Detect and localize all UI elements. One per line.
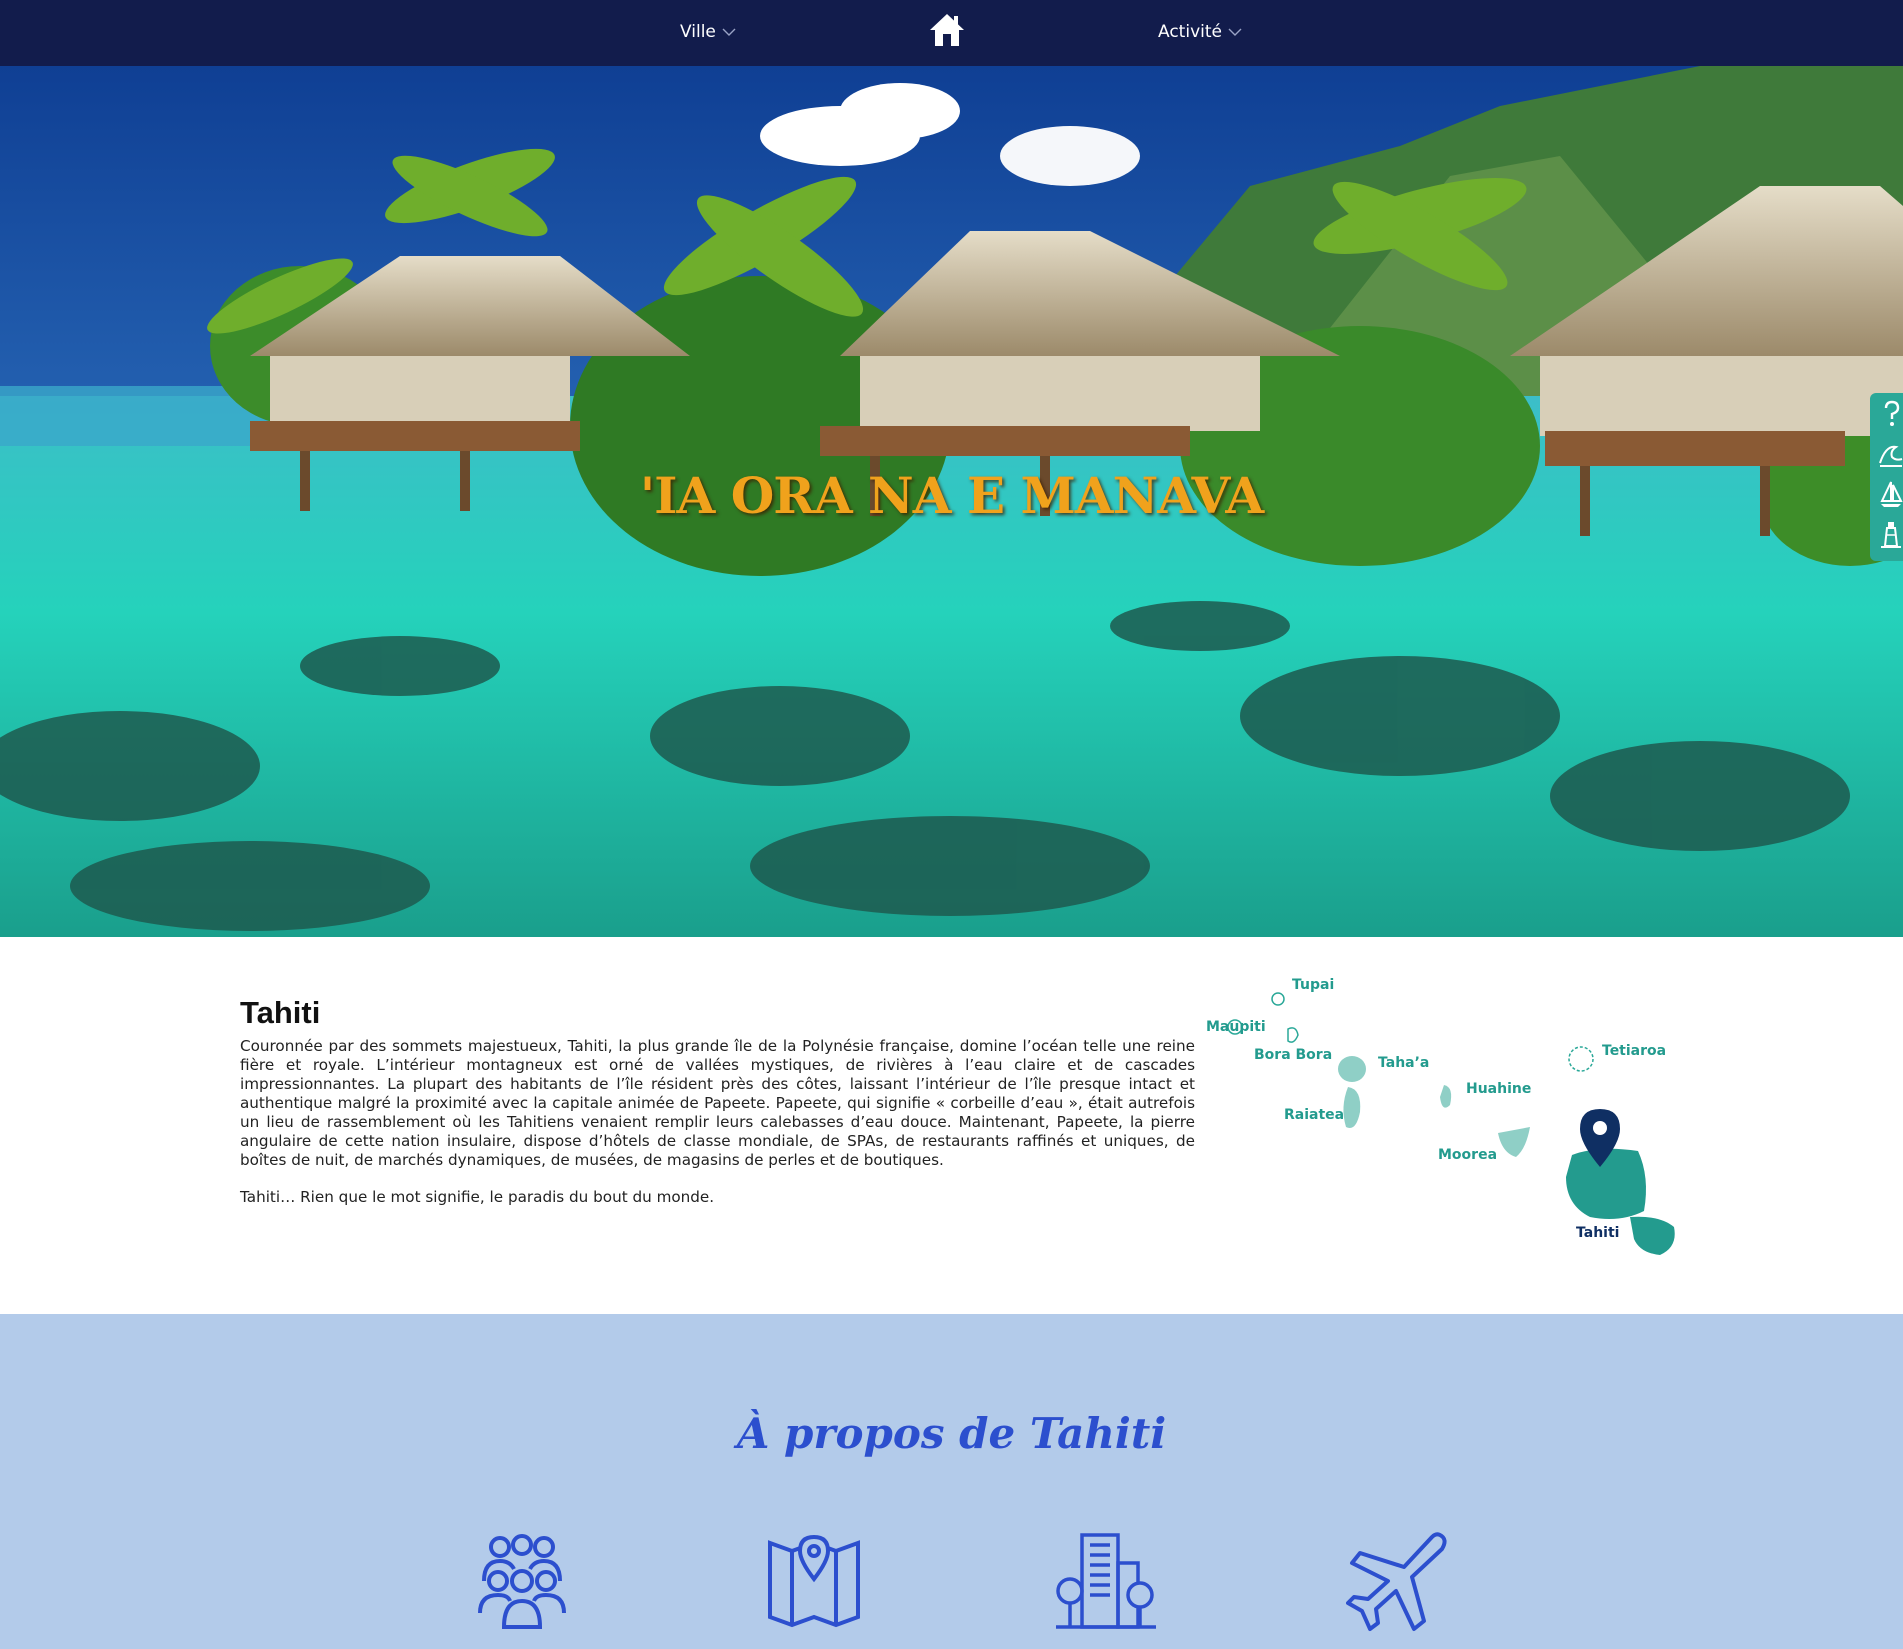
map-label-huahine[interactable]: Huahine bbox=[1466, 1081, 1531, 1097]
island-tupai-shape bbox=[1271, 992, 1285, 1006]
intro-tagline: Tahiti… Rien que le mot signifie, le par… bbox=[240, 1188, 715, 1206]
islands-map: Tupai Maupiti Bora Bora Taha’a Tetiaroa … bbox=[1200, 977, 1700, 1297]
sailboat-icon[interactable] bbox=[1878, 479, 1903, 509]
island-raiatea-shape bbox=[1343, 1087, 1361, 1128]
city-icon[interactable] bbox=[1054, 1529, 1158, 1633]
hero-title: 'IA ORA NA E MANAVA bbox=[639, 466, 1264, 525]
map-label-bora-bora[interactable]: Bora Bora bbox=[1254, 1047, 1332, 1063]
island-bora-bora-shape bbox=[1287, 1027, 1299, 1043]
island-tetiaroa-shape bbox=[1568, 1046, 1594, 1072]
about-title: À propos de Tahiti bbox=[736, 1409, 1167, 1458]
chevron-down-icon bbox=[722, 28, 736, 36]
map-label-tupai[interactable]: Tupai bbox=[1292, 977, 1334, 993]
map-label-tahaa[interactable]: Taha’a bbox=[1378, 1055, 1429, 1071]
map-label-tahiti[interactable]: Tahiti bbox=[1576, 1225, 1619, 1241]
lighthouse-icon[interactable] bbox=[1878, 519, 1903, 549]
map-label-raiatea[interactable]: Raiatea bbox=[1284, 1107, 1344, 1123]
nav-activite-dropdown[interactable]: Activité bbox=[1158, 22, 1242, 42]
side-quick-links bbox=[1870, 393, 1903, 561]
chevron-down-icon bbox=[1228, 28, 1242, 36]
nav-ville-label: Ville bbox=[680, 22, 716, 42]
island-tahaa-shape bbox=[1338, 1056, 1366, 1082]
intro-paragraph: Couronnée par des sommets majestueux, Ta… bbox=[240, 1037, 1195, 1169]
people-icon[interactable] bbox=[470, 1529, 574, 1633]
nav-ville-dropdown[interactable]: Ville bbox=[680, 22, 736, 42]
islands-map-shapes bbox=[1227, 992, 1675, 1255]
hero-banner: 'IA ORA NA E MANAVA bbox=[0, 66, 1903, 937]
wave-icon[interactable] bbox=[1878, 439, 1903, 469]
map-label-moorea[interactable]: Moorea bbox=[1438, 1147, 1497, 1163]
top-navbar: Ville Activité bbox=[0, 0, 1903, 66]
map-label-maupiti[interactable]: Maupiti bbox=[1206, 1019, 1266, 1035]
home-icon[interactable] bbox=[928, 12, 966, 48]
island-moorea-shape bbox=[1498, 1127, 1530, 1157]
nav-activite-label: Activité bbox=[1158, 22, 1222, 42]
intro-section: Tahiti Couronnée par des sommets majestu… bbox=[0, 937, 1903, 1314]
island-taiarapu-shape bbox=[1630, 1216, 1675, 1255]
map-label-tetiaroa[interactable]: Tetiaroa bbox=[1602, 1043, 1666, 1059]
island-huahine-shape bbox=[1440, 1085, 1452, 1108]
map-pin-icon[interactable] bbox=[762, 1529, 866, 1633]
about-section: À propos de Tahiti bbox=[0, 1314, 1903, 1649]
question-icon[interactable] bbox=[1878, 399, 1903, 429]
intro-title: Tahiti bbox=[240, 995, 321, 1030]
airplane-icon[interactable] bbox=[1346, 1529, 1450, 1633]
